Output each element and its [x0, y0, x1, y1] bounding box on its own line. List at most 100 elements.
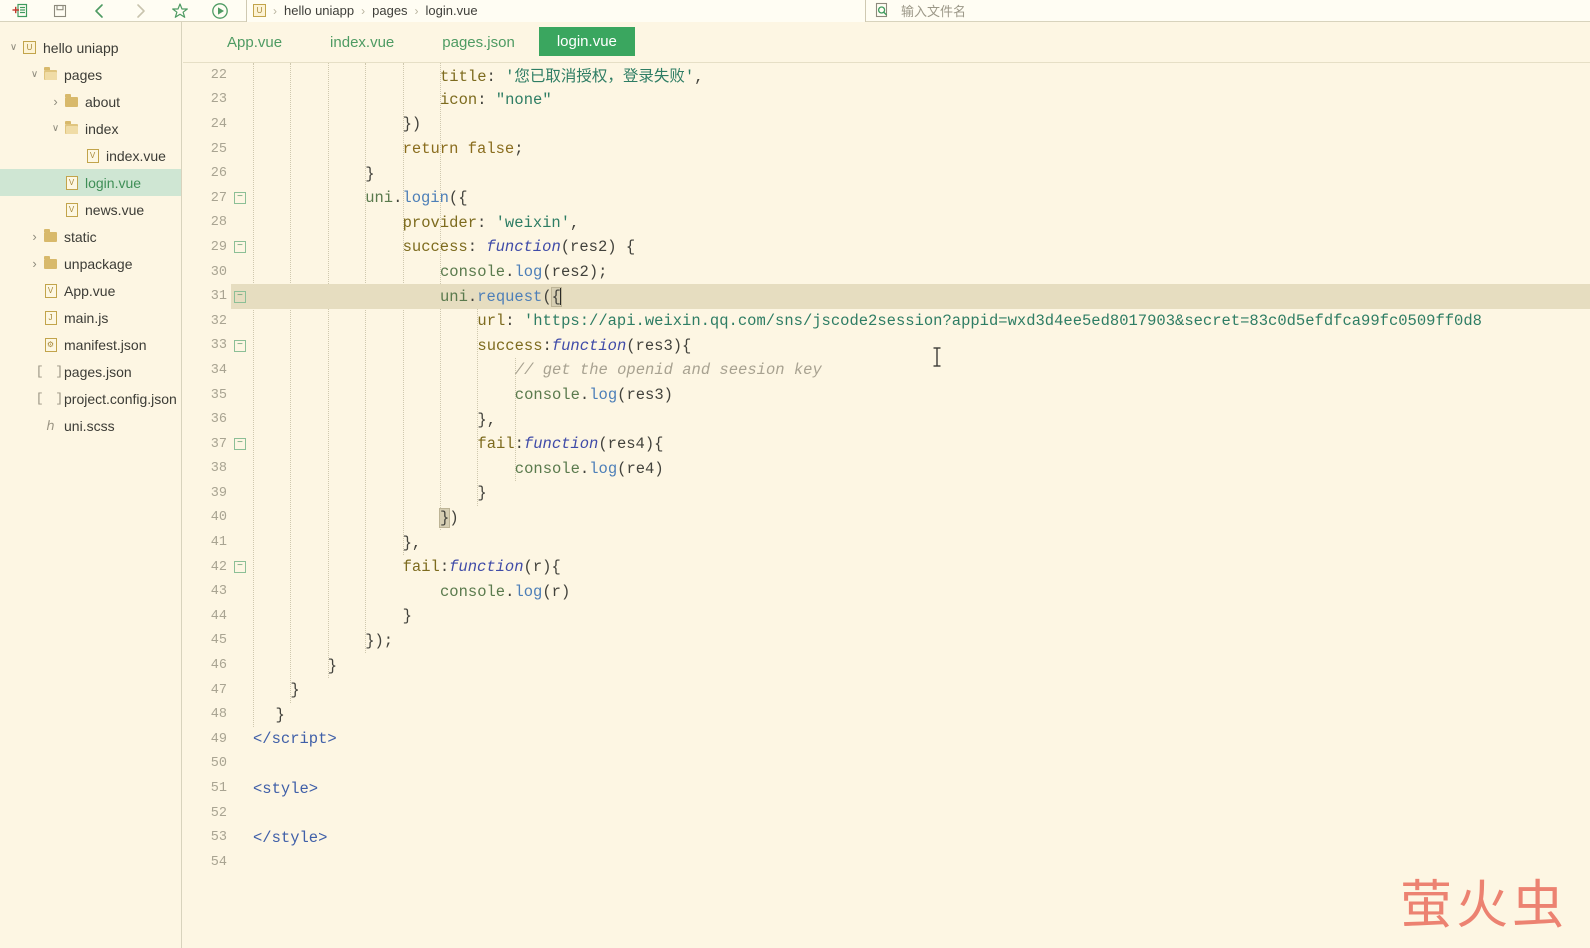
new-file-button[interactable]: [0, 0, 40, 22]
chevron-right-icon[interactable]: [27, 257, 42, 271]
back-button[interactable]: [80, 0, 120, 22]
code-line[interactable]: 50: [183, 752, 1590, 777]
save-button[interactable]: [40, 0, 80, 22]
line-number: 29: [210, 239, 227, 255]
tab-pages-json[interactable]: pages.json: [418, 22, 539, 62]
code-line[interactable]: 51 <style>: [183, 776, 1590, 801]
file-search[interactable]: 输入文件名: [866, 0, 1590, 22]
vue-file-icon: V: [65, 202, 78, 217]
code-line[interactable]: 49 </script>: [183, 727, 1590, 752]
code-line[interactable]: 46}: [183, 653, 1590, 678]
code-line[interactable]: 26}: [183, 161, 1590, 186]
code-line[interactable]: 29− success: function(res2) {: [183, 235, 1590, 260]
code-line[interactable]: 40}): [183, 506, 1590, 531]
forward-button[interactable]: [120, 0, 160, 22]
code-line[interactable]: 39}: [183, 481, 1590, 506]
code-line[interactable]: 25 return false;: [183, 137, 1590, 162]
sidebar-item-label: news.vue: [85, 201, 145, 218]
new-file-icon: [12, 3, 28, 17]
code-line[interactable]: 27− uni.login({: [183, 186, 1590, 211]
sidebar-item-manifest-json[interactable]: ⚙ manifest.json: [0, 331, 181, 358]
code-line[interactable]: 45});: [183, 629, 1590, 654]
js-file-icon-wrap: J: [42, 310, 59, 325]
sidebar-item-news-vue[interactable]: Vnews.vue: [0, 196, 181, 223]
sidebar-item-login-vue[interactable]: Vlogin.vue: [0, 169, 181, 196]
code-lines[interactable]: 22 title: '您已取消授权，登录失败', 23 icon: "none" 24}…: [183, 63, 1590, 875]
code-line-text: uni.login({: [365, 189, 468, 208]
code-line[interactable]: 41},: [183, 530, 1590, 555]
tab-login-vue[interactable]: login.vue: [538, 27, 635, 56]
tab-index-vue[interactable]: index.vue: [306, 22, 418, 62]
sidebar-item-about[interactable]: about: [0, 88, 181, 115]
chevron-down-icon[interactable]: [48, 124, 63, 134]
code-line[interactable]: 24}): [183, 112, 1590, 137]
code-line-text: }): [402, 115, 422, 134]
breadcrumb-item-folder[interactable]: pages: [372, 3, 407, 18]
code-line[interactable]: 31− uni.request({: [183, 284, 1590, 309]
chevron-right-icon[interactable]: [27, 230, 42, 244]
code-line[interactable]: 52: [183, 801, 1590, 826]
code-line[interactable]: 23 icon: "none": [183, 88, 1590, 113]
code-line[interactable]: 28 provider: 'weixin',: [183, 211, 1590, 236]
scss-file-icon-wrap: ℎ: [42, 418, 59, 434]
sidebar-item-unpackage[interactable]: unpackage: [0, 250, 181, 277]
breadcrumb-item-project[interactable]: hello uniapp: [284, 3, 354, 18]
breadcrumb-item-file[interactable]: login.vue: [426, 3, 478, 18]
code-line[interactable]: 35 console.log(res3): [183, 383, 1590, 408]
code-line[interactable]: 44}: [183, 604, 1590, 629]
code-line-text: }: [365, 164, 375, 183]
sidebar-item-index-vue[interactable]: Vindex.vue: [0, 142, 181, 169]
vue-file-icon-wrap: V: [63, 202, 80, 217]
code-line[interactable]: 38 console.log(re4): [183, 457, 1590, 482]
vue-file-icon: V: [44, 283, 57, 298]
sidebar-item-pages[interactable]: pages: [0, 61, 181, 88]
chevron-right-icon[interactable]: [48, 95, 63, 109]
code-line[interactable]: 30 console.log(res2);: [183, 260, 1590, 285]
sidebar-item-main-js[interactable]: Jmain.js: [0, 304, 181, 331]
code-line-text: </script>: [253, 730, 337, 749]
code-line[interactable]: 43 console.log(r): [183, 579, 1590, 604]
code-line-text: success: function(res2) {: [402, 238, 636, 257]
sidebar-item-hello-uniapp[interactable]: Uhello uniapp: [0, 34, 181, 61]
code-line[interactable]: 32 url: 'https://api.weixin.qq.com/sns/js…: [183, 309, 1590, 334]
sidebar-item-app-vue[interactable]: V App.vue: [0, 277, 181, 304]
sidebar-item-uni-scss[interactable]: ℎ uni.scss: [0, 412, 181, 439]
project-icon: U: [253, 4, 266, 17]
breadcrumb-separator: ›: [273, 3, 277, 18]
editor-area: App.vue index.vue pages.json login.vue 22 ti…: [183, 22, 1590, 948]
top-toolbar: U › hello uniapp › pages › login.vue 输入文…: [0, 0, 1590, 22]
chevron-down-icon[interactable]: [6, 43, 21, 53]
tab-label: login.vue: [556, 33, 617, 50]
code-line[interactable]: 22 title: '您已取消授权，登录失败',: [183, 63, 1590, 88]
watermark: 萤火虫: [1399, 876, 1568, 936]
code-line[interactable]: 53 </style>: [183, 825, 1590, 850]
line-number: 32: [210, 313, 227, 329]
run-button[interactable]: [200, 0, 240, 22]
sidebar-item-static[interactable]: static: [0, 223, 181, 250]
code-line[interactable]: 33− success:function(res3){: [183, 334, 1590, 359]
code-line[interactable]: 36},: [183, 407, 1590, 432]
code-viewport[interactable]: 22 title: '您已取消授权，登录失败', 23 icon: "none" 24}…: [183, 63, 1590, 948]
line-number: 35: [210, 387, 227, 403]
tab-app-vue[interactable]: App.vue: [203, 22, 306, 62]
code-line[interactable]: 48}: [183, 702, 1590, 727]
code-line[interactable]: 54: [183, 850, 1590, 875]
js-file-icon: J: [44, 310, 57, 325]
code-line-text: fail:function(res4){: [477, 435, 664, 454]
favorite-button[interactable]: [160, 0, 200, 22]
sidebar-item-index[interactable]: index: [0, 115, 181, 142]
code-line[interactable]: 42− fail:function(r){: [183, 555, 1590, 580]
json-file-icon: [ ]: [35, 391, 66, 406]
folder-icon: [44, 255, 57, 269]
json-file-icon: [ ]: [35, 364, 66, 379]
file-search-icon: [875, 2, 888, 18]
code-line[interactable]: 47}: [183, 678, 1590, 703]
sidebar-item-project-config-json[interactable]: [ ] project.config.json: [0, 385, 181, 412]
code-line-text: // get the openid and seesion key: [514, 361, 822, 380]
chevron-down-icon[interactable]: [27, 70, 42, 80]
line-number: 54: [210, 854, 227, 870]
code-line[interactable]: 37− fail:function(res4){: [183, 432, 1590, 457]
sidebar-item-pages-json[interactable]: [ ] pages.json: [0, 358, 181, 385]
tab-label: index.vue: [330, 33, 395, 51]
code-line[interactable]: 34 // get the openid and seesion key: [183, 358, 1590, 383]
